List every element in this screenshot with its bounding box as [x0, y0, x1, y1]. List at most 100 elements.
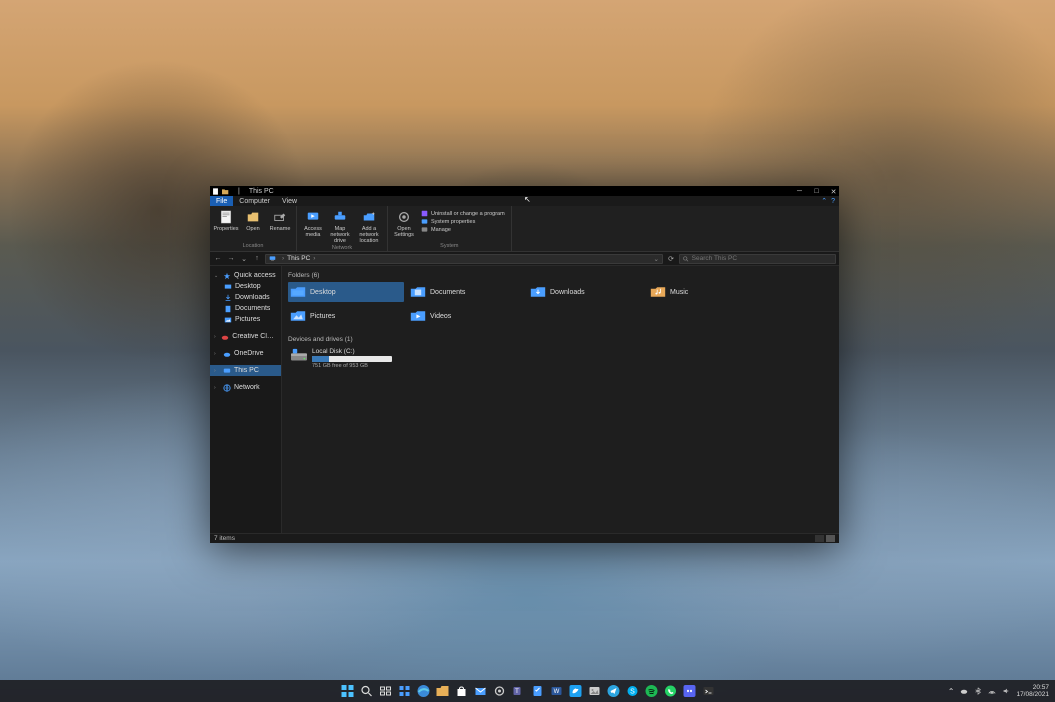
ribbon-manage[interactable]: Manage [421, 226, 505, 233]
address-bar-row: ← → ⌄ ↑ › This PC › ⌄ ⟳ [210, 252, 839, 266]
view-details-button[interactable] [815, 535, 824, 542]
settings-icon [397, 210, 411, 224]
thispc-icon [223, 367, 231, 375]
minimize-button[interactable]: ─ [796, 188, 803, 195]
close-button[interactable]: ✕ [830, 188, 837, 195]
documents-folder-icon [410, 285, 426, 299]
tray-volume-icon[interactable] [1002, 687, 1010, 695]
cloud-icon [221, 333, 229, 341]
taskbar-teams[interactable]: T [510, 683, 526, 699]
taskbar-mail[interactable] [472, 683, 488, 699]
nav-up-button[interactable]: ↑ [252, 254, 262, 264]
properties-icon [219, 210, 233, 224]
nav-back-button[interactable]: ← [213, 254, 223, 264]
taskbar-clock[interactable]: 20:57 17/08/2021 [1016, 684, 1049, 698]
ribbon-open[interactable]: Open [241, 208, 265, 242]
maximize-button[interactable]: □ [813, 188, 820, 195]
ribbon-rename[interactable]: Rename [268, 208, 292, 242]
tab-computer[interactable]: Computer [233, 196, 276, 206]
svg-text:T: T [515, 689, 519, 695]
thispc-icon [269, 255, 276, 262]
taskbar-spotify[interactable] [643, 683, 659, 699]
taskbar-search[interactable] [358, 683, 374, 699]
qat-folder-icon[interactable] [222, 188, 229, 195]
status-bar: 7 items [210, 533, 839, 543]
refresh-button[interactable]: ⟳ [666, 254, 676, 264]
svg-text:S: S [630, 689, 635, 696]
folder-desktop[interactable]: Desktop [288, 282, 404, 302]
address-bar[interactable]: › This PC › ⌄ [265, 254, 663, 264]
search-input[interactable] [692, 255, 832, 262]
separator: | [238, 188, 240, 195]
network-icon [223, 384, 231, 392]
status-item-count: 7 items [214, 535, 235, 542]
nav-forward-button[interactable]: → [226, 254, 236, 264]
sidebar-quickaccess[interactable]: ⌄ Quick access [210, 270, 281, 281]
nav-recent-dropdown[interactable]: ⌄ [239, 254, 249, 264]
folder-documents[interactable]: Documents [408, 282, 524, 302]
breadcrumb-thispc[interactable]: This PC [287, 255, 310, 262]
view-tiles-button[interactable] [826, 535, 835, 542]
taskbar-start[interactable] [339, 683, 355, 699]
sidebar-onedrive[interactable]: › OneDrive [210, 348, 281, 359]
folder-pictures[interactable]: Pictures [288, 306, 404, 326]
taskbar: T W S ⌃ 20:57 17/08/2021 [0, 680, 1055, 702]
breadcrumb-separator: › [313, 255, 315, 262]
taskbar-telegram[interactable] [605, 683, 621, 699]
sidebar-item-documents[interactable]: Documents [210, 303, 281, 314]
taskbar-terminal[interactable] [700, 683, 716, 699]
tray-network-icon[interactable] [988, 687, 996, 695]
ribbon-uninstall[interactable]: Uninstall or change a program [421, 210, 505, 217]
taskbar-taskview[interactable] [377, 683, 393, 699]
ribbon-open-settings[interactable]: Open Settings [392, 208, 416, 242]
sidebar-network[interactable]: › Network [210, 382, 281, 393]
ribbon-add-location[interactable]: + Add a network location [355, 208, 383, 244]
taskbar-store[interactable] [453, 683, 469, 699]
tab-file[interactable]: File [210, 196, 233, 206]
drives-section-header[interactable]: Devices and drives (1) [288, 334, 833, 346]
search-box[interactable] [679, 254, 836, 264]
sidebar-item-downloads[interactable]: Downloads [210, 292, 281, 303]
taskbar-todo[interactable] [529, 683, 545, 699]
system-tray: ⌃ 20:57 17/08/2021 [948, 684, 1055, 698]
pictures-icon [224, 316, 232, 324]
uninstall-icon [421, 210, 428, 217]
folder-videos[interactable]: Videos [408, 306, 524, 326]
drive-local-c[interactable]: Local Disk (C:) 751 GB free of 953 GB [288, 346, 404, 371]
content-pane[interactable]: Folders (6) Desktop Documents Downloads … [282, 266, 839, 533]
svg-text:W: W [553, 689, 559, 695]
taskbar-twitter[interactable] [567, 683, 583, 699]
sidebar-item-desktop[interactable]: Desktop [210, 281, 281, 292]
qat-file-icon[interactable] [212, 188, 219, 195]
sidebar-item-pictures[interactable]: Pictures [210, 314, 281, 325]
ribbon-map-drive[interactable]: Map network drive [328, 208, 352, 244]
ribbon-properties[interactable]: Properties [214, 208, 238, 242]
sysprops-icon [421, 218, 428, 225]
taskbar-whatsapp[interactable] [662, 683, 678, 699]
pictures-folder-icon [290, 309, 306, 323]
ribbon-access-media[interactable]: Access media [301, 208, 325, 244]
taskbar-skype[interactable]: S [624, 683, 640, 699]
folder-music[interactable]: Music [648, 282, 764, 302]
ribbon-group-system: Open Settings Uninstall or change a prog… [388, 206, 512, 251]
tray-bluetooth-icon[interactable] [974, 687, 982, 695]
taskbar-discord[interactable] [681, 683, 697, 699]
collapse-ribbon-icon[interactable]: ⌃ [821, 197, 827, 205]
help-icon[interactable]: ? [831, 198, 835, 205]
tray-overflow-icon[interactable]: ⌃ [948, 687, 955, 696]
taskbar-settings[interactable] [491, 683, 507, 699]
taskbar-word[interactable]: W [548, 683, 564, 699]
sidebar-thispc[interactable]: › This PC [210, 365, 281, 376]
tab-view[interactable]: View [276, 196, 303, 206]
ribbon-sysprops[interactable]: System properties [421, 218, 505, 225]
folders-section-header[interactable]: Folders (6) [288, 270, 833, 282]
tray-onedrive-icon[interactable] [960, 687, 968, 695]
titlebar[interactable]: | This PC ─ □ ✕ [210, 186, 839, 196]
taskbar-photos[interactable] [586, 683, 602, 699]
taskbar-explorer[interactable] [434, 683, 450, 699]
sidebar-creativecloud[interactable]: › Creative Cloud Files [210, 331, 281, 342]
address-dropdown-icon[interactable]: ⌄ [654, 255, 659, 263]
taskbar-widgets[interactable] [396, 683, 412, 699]
folder-downloads[interactable]: Downloads [528, 282, 644, 302]
taskbar-edge[interactable] [415, 683, 431, 699]
